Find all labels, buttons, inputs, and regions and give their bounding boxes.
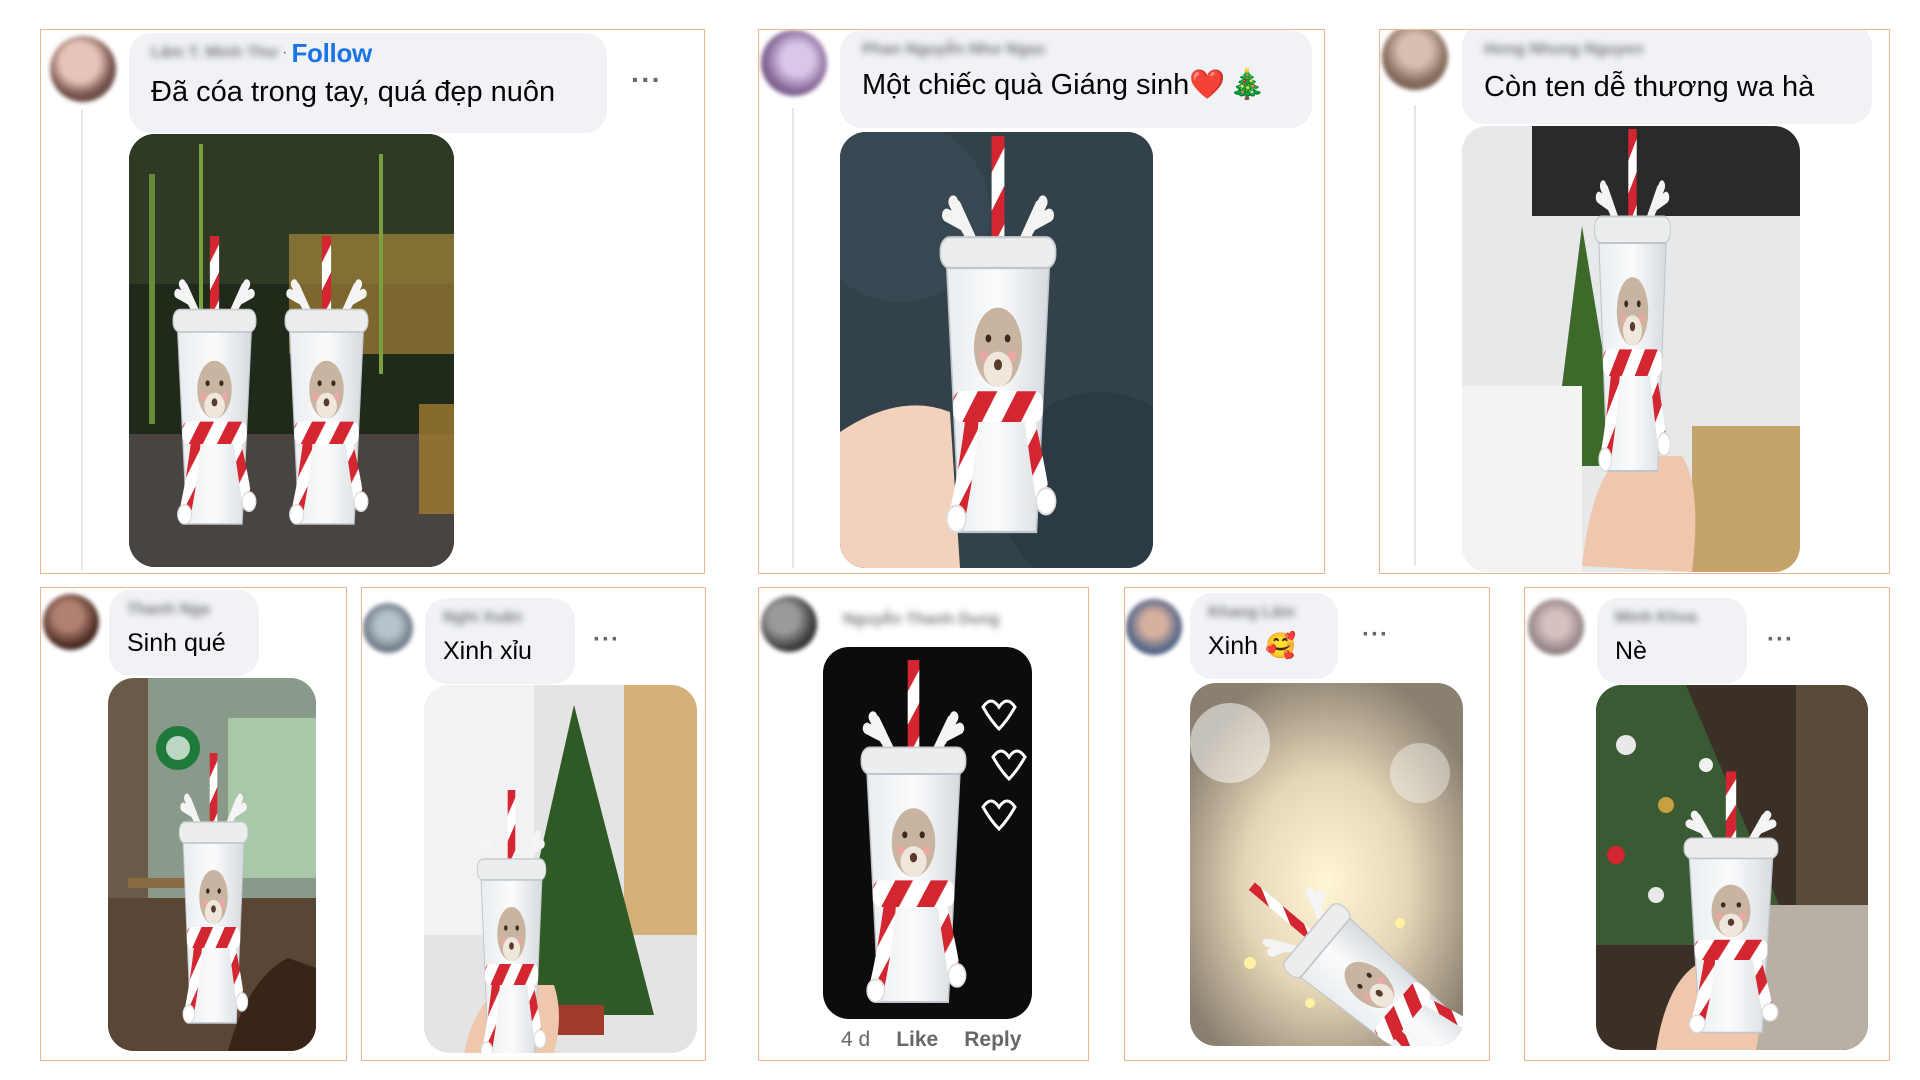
reindeer-tumbler-xmas-tree-photo [1596,685,1868,1050]
comment-photo[interactable] [1190,683,1463,1046]
comment-bubble: Hong Nhung Nguyen Còn ten dễ thương wa h… [1462,30,1872,124]
author-name[interactable]: Khang Lâm [1208,604,1295,622]
comment-card: Thanh Nga Sinh qué [40,587,347,1061]
comment-photo[interactable] [108,678,316,1051]
author-name[interactable]: Nguyễn Thanh Dung [843,611,999,629]
reindeer-tumbler-dark-hearts-photo [823,647,1032,1019]
more-options-icon[interactable]: ··· [1767,626,1794,654]
comment-text: Xinh [1208,632,1259,660]
comment-text: Xinh xỉu [443,637,532,665]
more-options-icon[interactable]: ··· [593,626,620,654]
comment-text: Đã cóa trong tay, quá đẹp nuôn [151,76,556,108]
comment-photo[interactable] [1462,126,1800,572]
author-name[interactable]: Hong Nhung Nguyen [1484,41,1643,59]
thread-line [792,108,794,568]
follow-button[interactable]: Follow [291,38,372,69]
comment-text: Sinh qué [127,629,226,657]
comment-card: Hong Nhung Nguyen Còn ten dễ thương wa h… [1379,29,1890,574]
comment-photo[interactable] [424,685,697,1053]
separator-dot: · [282,44,288,61]
smiling-face-with-hearts-icon: 🥰 [1265,632,1297,660]
avatar[interactable] [761,30,827,96]
author-name[interactable]: Thanh Nga [127,601,210,619]
avatar[interactable] [761,596,817,652]
reply-button[interactable]: Reply [964,1028,1021,1052]
comment-text: Còn ten dễ thương wa hà [1484,71,1815,103]
more-options-icon[interactable]: ··· [631,64,662,96]
reindeer-tumbler-pair-photo [129,134,454,567]
comment-card: Phan Nguyễn Như Ngọc Một chiếc quà Giáng… [758,29,1325,574]
avatar[interactable] [363,603,413,653]
more-options-icon[interactable]: ··· [1362,621,1389,649]
comment-card: Minh Khoa Nè ··· [1524,587,1890,1061]
reindeer-tumbler-tree-photo [424,685,697,1053]
avatar[interactable] [1126,599,1182,655]
comment-bubble: Nghi Xuân Xinh xỉu [425,598,575,684]
thread-line [81,110,83,570]
comment-photo[interactable] [840,132,1153,568]
avatar[interactable] [50,36,116,102]
reindeer-tumbler-office-photo [1462,126,1800,572]
comment-card: Lâm T. Minh Thư · Follow Đã cóa trong ta… [40,29,705,574]
comment-card: Nguyễn Thanh Dung 4 d Like Reply [758,587,1089,1061]
author-name[interactable]: Nghi Xuân [443,609,522,627]
comment-bubble: Minh Khoa Nè [1597,598,1747,684]
comment-card: Khang Lâm Xinh 🥰 ··· [1124,587,1490,1061]
reindeer-tumbler-cafe-photo [108,678,316,1051]
timestamp[interactable]: 4 d [841,1028,870,1052]
avatar[interactable] [1382,30,1448,90]
reindeer-tumbler-lights-photo [1190,683,1463,1046]
comment-bubble: Lâm T. Minh Thư · Follow Đã cóa trong ta… [129,33,607,133]
author-name[interactable]: Phan Nguyễn Như Ngọc [862,41,1046,59]
author-name[interactable]: Minh Khoa [1615,609,1697,627]
comment-photo[interactable] [129,134,454,567]
comment-text: Nè [1615,637,1647,665]
reindeer-tumbler-hand-photo [840,132,1153,568]
thread-line [1414,105,1416,565]
comment-meta: 4 d Like Reply [841,1028,1021,1052]
avatar[interactable] [1528,599,1584,655]
heart-icon: ❤️ [1189,69,1226,101]
comment-text: Một chiếc quà Giáng sinh [862,69,1190,101]
comment-bubble: Khang Lâm Xinh 🥰 [1190,593,1338,679]
christmas-tree-icon: 🎄 [1229,69,1266,101]
comment-photo[interactable] [1596,685,1868,1050]
comment-bubble: Phan Nguyễn Như Ngọc Một chiếc quà Giáng… [840,30,1312,128]
comment-card: Nghi Xuân Xinh xỉu ··· [361,587,706,1061]
author-name[interactable]: Lâm T. Minh Thư [151,44,278,62]
avatar[interactable] [43,594,99,650]
comment-photo[interactable] [823,647,1032,1019]
like-button[interactable]: Like [896,1028,938,1052]
comment-bubble: Thanh Nga Sinh qué [109,590,259,676]
